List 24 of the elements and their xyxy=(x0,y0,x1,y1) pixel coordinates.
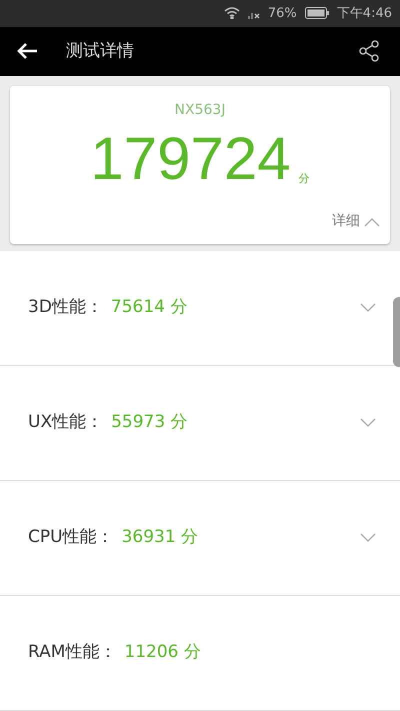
battery-icon xyxy=(304,7,329,20)
category-label: UX性能： xyxy=(28,411,104,434)
battery-percent: 76% xyxy=(268,4,297,23)
device-model: NX563J xyxy=(174,101,226,120)
category-score: 36931 分 xyxy=(122,526,198,550)
clock: 下午4:46 xyxy=(336,4,392,23)
category-score: 75614 分 xyxy=(110,296,188,320)
category-score: 11206 分 xyxy=(124,641,201,664)
total-score: 179724 xyxy=(90,129,291,189)
category-label: CPU性能： xyxy=(28,526,114,550)
wifi-icon xyxy=(224,7,240,20)
chevron-down-icon xyxy=(360,533,376,543)
score-unit: 分 xyxy=(298,170,310,186)
category-score: 55973 分 xyxy=(111,411,188,434)
screen-title: 测试详情 xyxy=(66,40,134,63)
back-arrow-icon[interactable] xyxy=(16,42,38,60)
category-label: RAM性能： xyxy=(28,641,116,664)
chevron-down-icon xyxy=(360,418,376,428)
chevron-down-icon xyxy=(360,303,376,313)
chevron-up-icon xyxy=(364,216,380,226)
details-toggle[interactable]: 详细 xyxy=(332,211,380,232)
scroll-handle[interactable] xyxy=(393,297,400,367)
share-icon[interactable] xyxy=(358,40,380,62)
category-label: 3D性能： xyxy=(28,296,103,320)
